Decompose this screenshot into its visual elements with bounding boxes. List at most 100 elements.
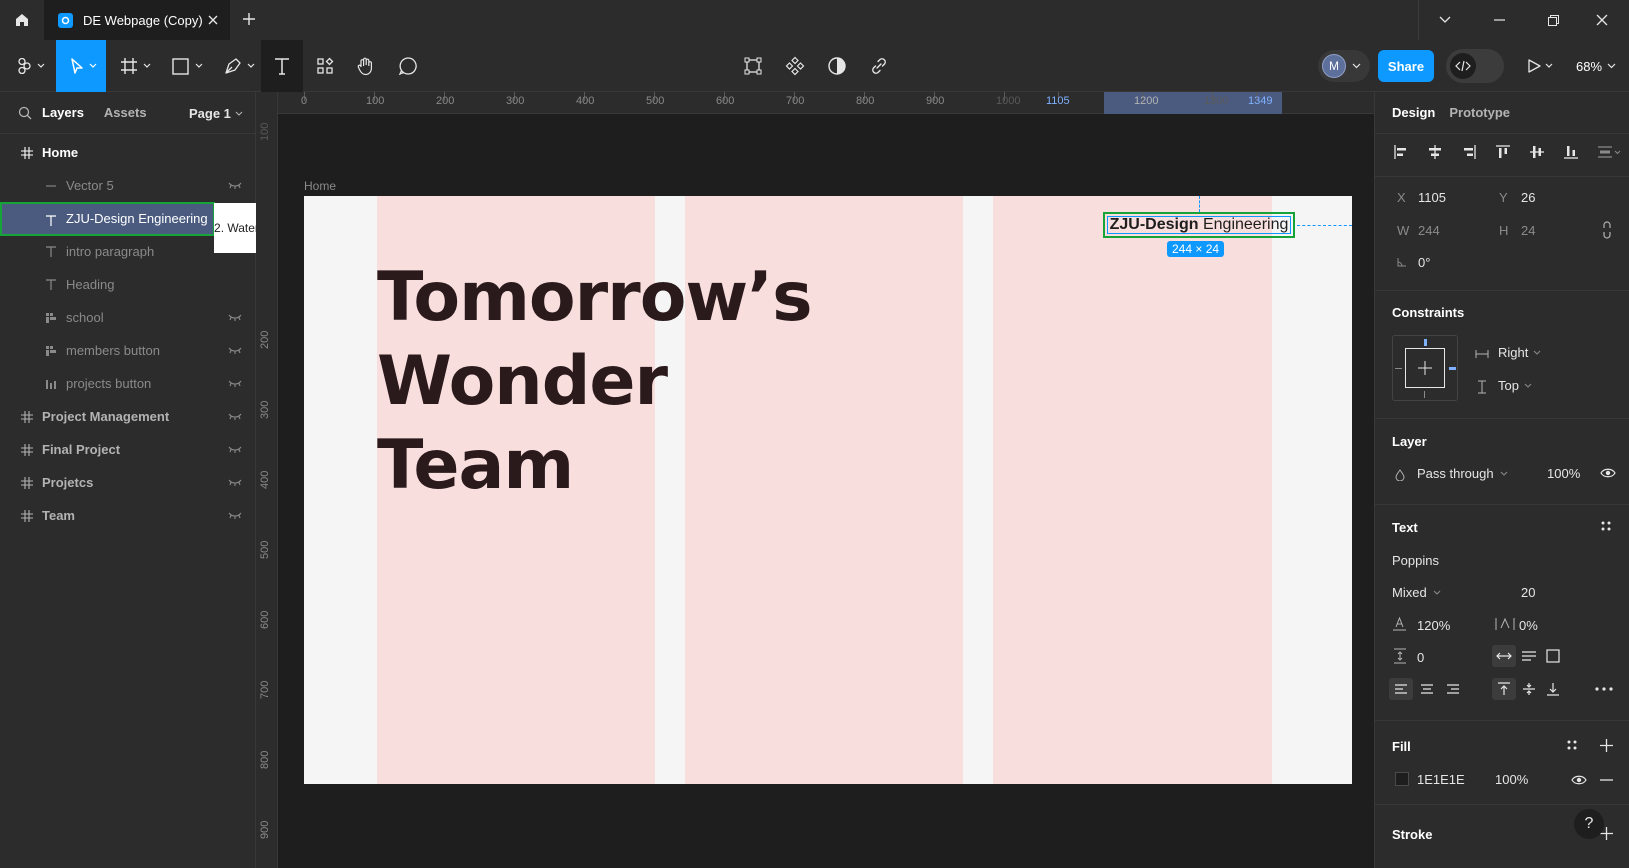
constraint-left-marker[interactable] [1395,368,1402,369]
layer-row[interactable]: ZJU-Design Engineering [0,202,215,236]
paragraph-spacing-input[interactable]: 0 [1417,650,1424,665]
add-fill-icon[interactable] [1599,738,1613,752]
text-styles-icon[interactable] [1599,519,1613,533]
resources-tool[interactable] [310,40,340,92]
align-right-icon[interactable] [1461,144,1477,160]
vertical-constraint-select[interactable]: Top [1498,378,1532,393]
horizontal-constraint-select[interactable]: Right [1498,345,1541,360]
new-tab-icon[interactable] [242,12,256,26]
home-button[interactable] [0,0,44,40]
hidden-eye-icon[interactable] [228,347,242,355]
close-tab-icon[interactable] [208,15,218,25]
font-family-select[interactable]: Poppins [1392,553,1439,568]
hidden-eye-icon[interactable] [228,314,242,322]
text-align-center-icon[interactable] [1415,678,1439,700]
hidden-eye-icon[interactable] [228,413,242,421]
hidden-eye-icon[interactable] [228,182,242,190]
y-input[interactable]: 26 [1521,190,1535,205]
main-menu-button[interactable] [8,40,54,92]
auto-width-icon[interactable] [1492,645,1516,667]
tab-prototype[interactable]: Prototype [1449,105,1510,120]
layer-row[interactable]: Vector 5 [0,169,256,203]
hidden-eye-icon[interactable] [228,512,242,520]
constraint-bottom-marker[interactable] [1424,391,1425,398]
constraints-widget[interactable] [1392,335,1458,401]
create-component-button[interactable] [738,40,768,92]
auto-height-icon[interactable] [1517,645,1541,667]
home-frame[interactable]: Tomorrow’s Wonder Team ZJU-Design Engine… [304,196,1352,784]
search-icon[interactable] [18,106,32,120]
page-selector[interactable]: Page 1 [189,106,243,121]
vertical-align-top-icon[interactable] [1492,678,1516,700]
fill-opacity-input[interactable]: 100% [1495,772,1528,787]
more-options-icon[interactable] [1593,681,1615,697]
layer-row[interactable]: projects button [0,367,256,401]
fill-color-swatch[interactable] [1395,772,1409,786]
layer-frame-row[interactable]: Team [0,499,256,533]
hidden-eye-icon[interactable] [228,479,242,487]
layer-row[interactable]: Heading [0,268,256,302]
multiplayer-avatar-menu[interactable]: M [1318,50,1370,82]
font-size-input[interactable]: 20 [1521,585,1535,600]
zoom-menu[interactable]: 68% [1576,40,1616,92]
frame-tool[interactable] [115,40,157,92]
canvas[interactable]: 0 100 200 300 400 500 600 700 800 900 1000 1105 1200… [256,92,1374,868]
eye-icon[interactable] [1600,467,1616,479]
eye-icon[interactable] [1571,774,1587,786]
hidden-eye-icon[interactable] [228,446,242,454]
comment-tool[interactable] [393,40,423,92]
shape-tool[interactable] [167,40,209,92]
share-button[interactable]: Share [1378,50,1434,82]
layer-frame-row[interactable]: Home [0,136,256,170]
layer-frame-row[interactable]: Project Management [0,400,256,434]
move-tool[interactable] [56,40,106,92]
letter-spacing-input[interactable]: 0% [1519,618,1538,633]
distribute-icon[interactable] [1597,144,1621,160]
text-align-right-icon[interactable] [1441,678,1465,700]
layer-row[interactable]: school [0,301,256,335]
hand-tool[interactable] [351,40,381,92]
fill-styles-icon[interactable] [1565,738,1579,752]
h-input[interactable]: 24 [1521,223,1535,238]
present-button[interactable] [1522,40,1562,92]
tab-assets[interactable]: Assets [104,105,147,120]
brand-text-selected[interactable]: ZJU-Design Engineering [1103,212,1295,238]
help-button[interactable]: ? [1574,809,1604,839]
link-button[interactable] [864,40,894,92]
document-tab[interactable]: DE Webpage (Copy) [44,0,230,40]
rotation-input[interactable]: 0° [1418,255,1430,270]
align-center-h-icon[interactable] [1427,144,1443,160]
chevron-down-icon[interactable] [1418,0,1472,40]
align-top-icon[interactable] [1495,144,1511,160]
fill-hex-input[interactable]: 1E1E1E [1417,772,1465,787]
layer-frame-row[interactable]: Projetcs [0,466,256,500]
pen-tool[interactable] [219,40,261,92]
blend-mode-select[interactable]: Pass through [1417,466,1508,481]
align-left-icon[interactable] [1393,144,1409,160]
frame-label[interactable]: Home [304,179,336,193]
vertical-align-bottom-icon[interactable] [1541,678,1565,700]
text-tool[interactable] [261,40,303,92]
align-center-v-icon[interactable] [1529,144,1545,160]
vertical-align-middle-icon[interactable] [1517,678,1541,700]
dev-mode-toggle[interactable] [1446,49,1504,83]
hidden-eye-icon[interactable] [228,380,242,388]
tab-layers[interactable]: Layers [42,105,84,120]
fixed-size-icon[interactable] [1541,645,1565,667]
layer-row[interactable]: members button [0,334,256,368]
restore-icon[interactable] [1526,0,1580,40]
minimize-icon[interactable] [1472,0,1526,40]
layer-opacity-input[interactable]: 100% [1547,466,1580,481]
close-window-icon[interactable] [1575,0,1629,40]
layer-frame-row[interactable]: Final Project [0,433,256,467]
align-bottom-icon[interactable] [1563,144,1579,160]
component-button[interactable] [780,40,810,92]
heading-text[interactable]: Tomorrow’s Wonder Team [377,256,813,508]
w-input[interactable]: 244 [1418,223,1440,238]
font-weight-select[interactable]: Mixed [1392,585,1441,600]
constraint-right-marker[interactable] [1449,367,1456,370]
remove-fill-icon[interactable] [1599,773,1613,787]
x-input[interactable]: 1105 [1418,190,1446,205]
mask-button[interactable] [822,40,852,92]
tab-design[interactable]: Design [1392,105,1435,120]
